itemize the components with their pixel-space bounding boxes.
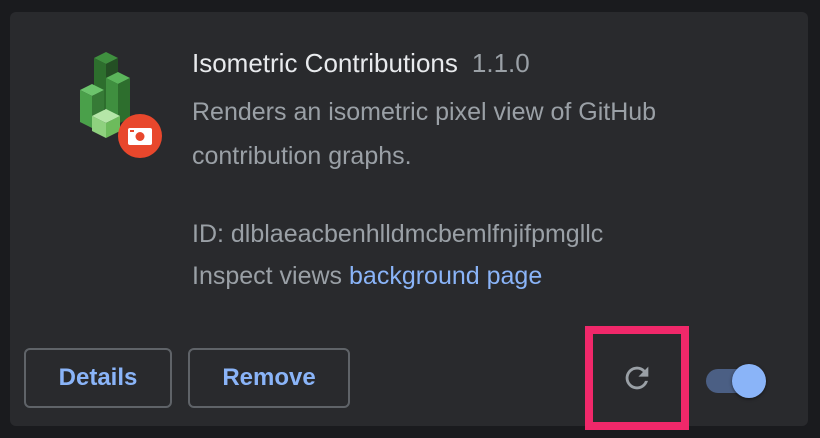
inspect-views-label: Inspect views [192,262,343,290]
reload-button[interactable] [585,326,689,430]
extension-icon [66,52,166,162]
extension-title-row: Isometric Contributions 1.1.0 [192,48,530,79]
reload-icon [625,366,649,390]
background-page-link[interactable]: background page [349,262,542,290]
extension-id: ID: dlblaeacbenhlldmcbemlfnjifpmgllc [192,220,604,248]
extension-version: 1.1.0 [471,48,530,78]
toggle-knob [732,364,766,398]
inspect-views-row: Inspect views background page [192,262,542,291]
extension-name: Isometric Contributions [192,48,458,78]
camera-badge-icon [118,114,162,158]
remove-button[interactable]: Remove [188,348,350,408]
enable-toggle[interactable] [706,364,768,398]
details-button[interactable]: Details [24,348,172,408]
extension-description: Renders an isometric pixel view of GitHu… [192,98,657,170]
extension-card: Isometric Contributions 1.1.0 Renders an … [10,12,808,430]
